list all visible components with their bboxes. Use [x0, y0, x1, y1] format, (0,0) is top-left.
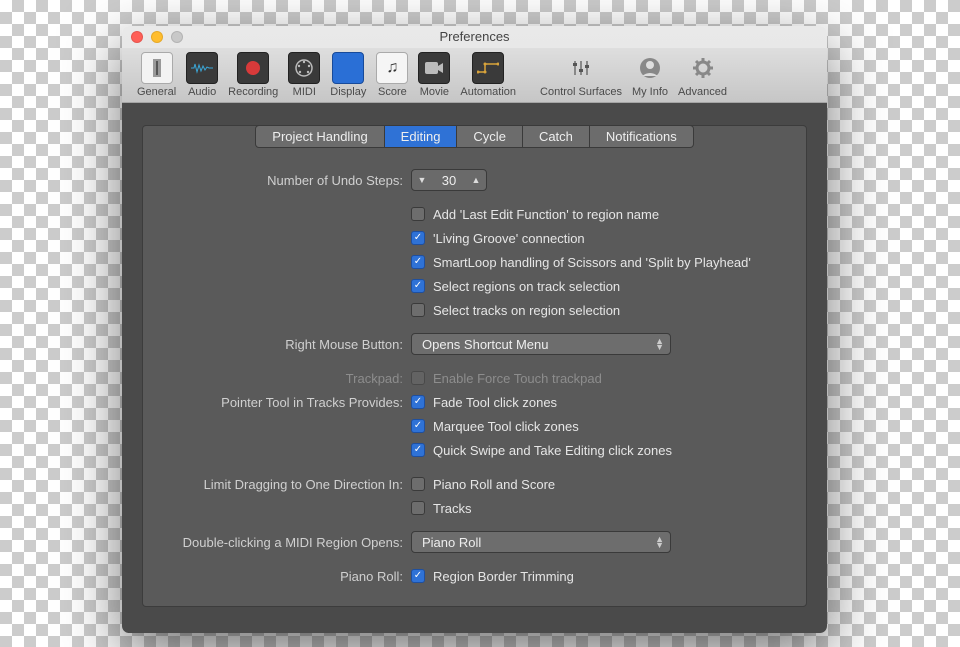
- audio-icon: [186, 52, 218, 84]
- dblclick-value: Piano Roll: [422, 535, 481, 550]
- tab-notifications[interactable]: Notifications: [590, 125, 694, 148]
- tool-display[interactable]: Display: [325, 52, 371, 98]
- select-arrows-icon: ▲▼: [655, 536, 664, 548]
- tab-cycle[interactable]: Cycle: [457, 125, 523, 148]
- label-quick-swipe: Quick Swipe and Take Editing click zones: [433, 443, 672, 458]
- check-select-regions[interactable]: [411, 279, 425, 293]
- automation-icon: [472, 52, 504, 84]
- stepper-down-icon[interactable]: ▼: [412, 175, 432, 185]
- check-add-last-edit[interactable]: [411, 207, 425, 221]
- dblclick-label: Double-clicking a MIDI Region Opens:: [169, 535, 411, 550]
- toolbar-group-main: General Audio Recording MIDI: [132, 52, 521, 98]
- preferences-window: Preferences General Audio Recording: [122, 26, 827, 633]
- label-smartloop: SmartLoop handling of Scissors and 'Spli…: [433, 255, 751, 270]
- label-border-trimming: Region Border Trimming: [433, 569, 574, 584]
- rmb-label: Right Mouse Button:: [169, 337, 411, 352]
- undo-steps-stepper[interactable]: ▼ 30 ▲: [411, 169, 487, 191]
- check-pianoroll-score[interactable]: [411, 477, 425, 491]
- tool-recording[interactable]: Recording: [223, 52, 283, 98]
- movie-icon: [418, 52, 450, 84]
- general-icon: [141, 52, 173, 84]
- label-select-tracks: Select tracks on region selection: [433, 303, 620, 318]
- pointer-label: Pointer Tool in Tracks Provides:: [169, 395, 411, 410]
- check-select-tracks[interactable]: [411, 303, 425, 317]
- label-marquee-tool: Marquee Tool click zones: [433, 419, 579, 434]
- score-icon: ♫: [376, 52, 408, 84]
- check-quick-swipe[interactable]: [411, 443, 425, 457]
- check-smartloop[interactable]: [411, 255, 425, 269]
- content-area: Project Handling Editing Cycle Catch Not…: [122, 103, 827, 633]
- label-select-regions: Select regions on track selection: [433, 279, 620, 294]
- tool-movie[interactable]: Movie: [413, 52, 455, 98]
- rmb-select[interactable]: Opens Shortcut Menu ▲▼: [411, 333, 671, 355]
- midi-icon: [288, 52, 320, 84]
- label-tracks: Tracks: [433, 501, 472, 516]
- toolbar: General Audio Recording MIDI: [122, 48, 827, 103]
- label-force-touch: Enable Force Touch trackpad: [433, 371, 602, 386]
- check-marquee-tool[interactable]: [411, 419, 425, 433]
- label-living-groove: 'Living Groove' connection: [433, 231, 585, 246]
- preferences-panel: Project Handling Editing Cycle Catch Not…: [142, 125, 807, 607]
- tool-advanced[interactable]: Advanced: [673, 52, 732, 98]
- minimize-icon[interactable]: [151, 31, 163, 43]
- label-fade-tool: Fade Tool click zones: [433, 395, 557, 410]
- zoom-icon[interactable]: [171, 31, 183, 43]
- check-force-touch: [411, 371, 425, 385]
- tab-project-handling[interactable]: Project Handling: [255, 125, 384, 148]
- display-icon: [332, 52, 364, 84]
- titlebar: Preferences: [122, 26, 827, 48]
- tool-midi[interactable]: MIDI: [283, 52, 325, 98]
- control-surfaces-icon: [565, 52, 597, 84]
- tab-editing[interactable]: Editing: [385, 125, 458, 148]
- recording-icon: [237, 52, 269, 84]
- close-icon[interactable]: [131, 31, 143, 43]
- check-living-groove[interactable]: [411, 231, 425, 245]
- pianoroll-label: Piano Roll:: [169, 569, 411, 584]
- check-border-trimming[interactable]: [411, 569, 425, 583]
- undo-steps-label: Number of Undo Steps:: [169, 173, 411, 188]
- limitdrag-label: Limit Dragging to One Direction In:: [169, 477, 411, 492]
- tool-audio[interactable]: Audio: [181, 52, 223, 98]
- tab-bar: Project Handling Editing Cycle Catch Not…: [143, 125, 806, 148]
- tool-automation[interactable]: Automation: [455, 52, 521, 98]
- label-add-last-edit: Add 'Last Edit Function' to region name: [433, 207, 659, 222]
- tool-my-info[interactable]: My Info: [627, 52, 673, 98]
- toolbar-group-right: Control Surfaces My Info Advanced: [535, 52, 732, 98]
- window-controls: [131, 31, 183, 43]
- tool-score[interactable]: ♫ Score: [371, 52, 413, 98]
- undo-steps-value: 30: [432, 173, 466, 188]
- tab-catch[interactable]: Catch: [523, 125, 590, 148]
- check-tracks[interactable]: [411, 501, 425, 515]
- stepper-up-icon[interactable]: ▲: [466, 175, 486, 185]
- rmb-value: Opens Shortcut Menu: [422, 337, 548, 352]
- select-arrows-icon: ▲▼: [655, 338, 664, 350]
- tool-general[interactable]: General: [132, 52, 181, 98]
- label-pianoroll-score: Piano Roll and Score: [433, 477, 555, 492]
- dblclick-select[interactable]: Piano Roll ▲▼: [411, 531, 671, 553]
- my-info-icon: [634, 52, 666, 84]
- check-fade-tool[interactable]: [411, 395, 425, 409]
- trackpad-label: Trackpad:: [169, 371, 411, 386]
- editing-form: Number of Undo Steps: ▼ 30 ▲ Add 'Last E…: [143, 148, 806, 588]
- window-title: Preferences: [439, 29, 509, 44]
- advanced-icon: [687, 52, 719, 84]
- tool-control-surfaces[interactable]: Control Surfaces: [535, 52, 627, 98]
